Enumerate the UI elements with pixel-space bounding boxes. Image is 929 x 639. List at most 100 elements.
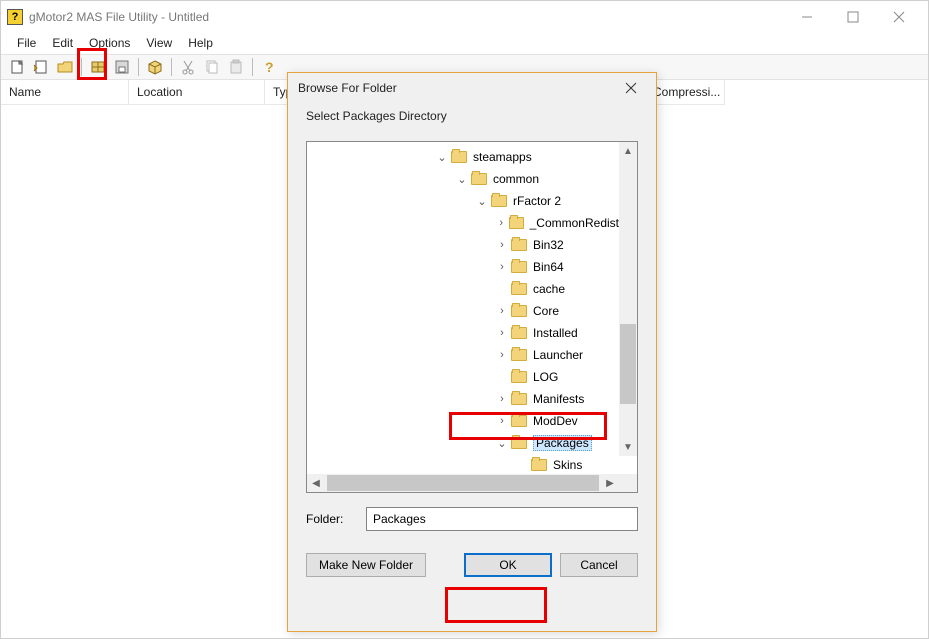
vertical-scroll-thumb[interactable] [620,324,636,404]
col-name[interactable]: Name [1,80,129,105]
vertical-scrollbar[interactable]: ▲ ▼ [619,142,637,456]
add-button[interactable] [30,56,52,78]
svg-text:?: ? [265,59,274,75]
folder-icon [471,173,487,185]
tree-node-label: steamapps [473,150,532,164]
chevron-right-icon[interactable]: › [495,305,509,317]
chevron-down-icon[interactable]: ⌄ [495,437,509,450]
chevron-right-icon[interactable]: › [495,327,509,339]
tree-node-label: ModDev [533,414,578,428]
chevron-right-icon[interactable]: › [495,239,509,251]
menu-edit[interactable]: Edit [44,34,81,52]
chevron-down-icon[interactable]: ⌄ [475,195,489,208]
folder-icon [511,393,527,405]
add-file-icon [33,59,49,75]
folder-icon [531,459,547,471]
box-button[interactable] [144,56,166,78]
chevron-right-icon[interactable]: › [495,261,509,273]
tree-node-label: Bin32 [533,238,564,252]
help-icon: ? [261,59,277,75]
tree-node[interactable]: ›Launcher [307,344,619,366]
menu-help[interactable]: Help [180,34,221,52]
dialog-close-button[interactable] [616,73,646,103]
tree-node[interactable]: cache [307,278,619,300]
folder-icon [511,415,527,427]
menubar: File Edit Options View Help [1,32,928,54]
folder-tree-inner[interactable]: ⌄ steamapps ⌄ common ⌄rFactor 2 › _CommonRedis… [307,142,619,474]
minimize-icon [801,11,813,23]
tree-node[interactable]: › _CommonRedist [307,212,619,234]
disk-icon [114,59,130,75]
disk-button[interactable] [111,56,133,78]
col-compression[interactable]: Compressi... [645,80,725,105]
close-icon [625,82,637,94]
menu-options[interactable]: Options [81,34,138,52]
tree-node[interactable]: Skins [307,454,619,474]
chevron-right-icon[interactable]: › [495,393,509,405]
tree-node[interactable]: ⌄ Packages [307,432,619,454]
scroll-down-arrow-icon[interactable]: ▼ [619,438,637,456]
tree-node[interactable]: ›Bin64 [307,256,619,278]
tree-node-label: _CommonRedist [530,216,619,230]
horizontal-scrollbar[interactable]: ◀ ▶ [307,474,637,492]
titlebar: ? gMotor2 MAS File Utility - Untitled [1,1,928,32]
menu-view[interactable]: View [138,34,180,52]
tree-node-label: Packages [533,435,592,451]
paste-button[interactable] [225,56,247,78]
new-button[interactable] [6,56,28,78]
tree-node[interactable]: ⌄rFactor 2 [307,190,619,212]
close-button[interactable] [876,2,922,32]
tree-node[interactable]: LOG [307,366,619,388]
make-new-folder-button[interactable]: Make New Folder [306,553,426,577]
paste-icon [228,59,244,75]
tree-node[interactable]: ⌄ common [307,168,619,190]
tree-node-label: Core [533,304,559,318]
chevron-down-icon[interactable]: ⌄ [455,173,469,186]
new-file-icon [9,59,25,75]
chevron-right-icon[interactable]: › [495,217,507,229]
app-icon: ? [7,9,23,25]
chevron-right-icon[interactable]: › [495,349,509,361]
package-button[interactable] [87,56,109,78]
folder-icon [511,437,527,449]
browse-folder-dialog: Browse For Folder Select Packages Direct… [287,72,657,632]
folder-icon [511,261,527,273]
scroll-up-arrow-icon[interactable]: ▲ [619,142,637,160]
folder-icon [511,239,527,251]
chevron-right-icon[interactable]: › [495,415,509,427]
tree-node[interactable]: › ModDev [307,410,619,432]
folder-icon [491,195,507,207]
menu-file[interactable]: File [9,34,44,52]
tree-node[interactable]: › Core [307,300,619,322]
toolbar-separator [252,58,253,76]
horizontal-scroll-thumb[interactable] [327,475,599,491]
folder-field-row: Folder: [306,507,638,531]
copy-icon [204,59,220,75]
folder-icon [511,283,527,295]
tree-node[interactable]: ›Manifests [307,388,619,410]
cancel-button[interactable]: Cancel [560,553,638,577]
window-title: gMotor2 MAS File Utility - Untitled [29,10,209,24]
dialog-buttons: Make New Folder OK Cancel [288,531,656,591]
copy-button[interactable] [201,56,223,78]
tree-node[interactable]: › Bin32 [307,234,619,256]
box-icon [147,59,163,75]
tree-node-label: common [493,172,539,186]
tree-node[interactable]: ›Installed [307,322,619,344]
open-button[interactable] [54,56,76,78]
maximize-button[interactable] [830,2,876,32]
minimize-button[interactable] [784,2,830,32]
chevron-down-icon[interactable]: ⌄ [435,151,449,164]
tree-node[interactable]: ⌄ steamapps [307,146,619,168]
ok-button[interactable]: OK [464,553,552,577]
package-icon [90,59,106,75]
folder-input[interactable] [366,507,638,531]
scroll-right-arrow-icon[interactable]: ▶ [601,474,619,492]
folder-icon [511,349,527,361]
cut-button[interactable] [177,56,199,78]
scroll-left-arrow-icon[interactable]: ◀ [307,474,325,492]
col-location[interactable]: Location [129,80,265,105]
dialog-titlebar: Browse For Folder [288,73,656,103]
help-button[interactable]: ? [258,56,280,78]
tree-node-label: LOG [533,370,558,384]
